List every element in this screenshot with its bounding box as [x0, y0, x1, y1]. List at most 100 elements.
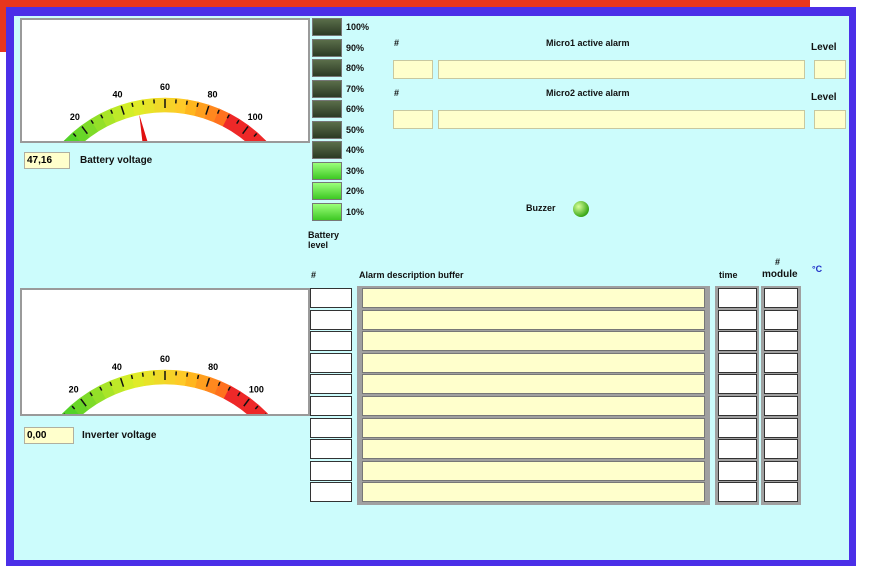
alarm-row-module-cell: [764, 331, 798, 352]
alarm-row-number-cell: [310, 460, 352, 481]
gauge-tick: [131, 102, 134, 108]
inverter-voltage-label: Inverter voltage: [82, 430, 157, 441]
micro1-level-field: [814, 60, 846, 79]
inverter-gauge-dial: 020406080100120V: [37, 354, 298, 469]
alarm-row-number-cell: [310, 482, 352, 503]
main-panel: 020406080100120V 47,16 Battery voltage 0…: [14, 16, 849, 560]
alarm-row-module-cell: [764, 482, 798, 503]
battery-level-title-line1: Battery: [308, 230, 340, 240]
battery-voltage-label: Battery voltage: [80, 155, 153, 166]
gauge-tick: [130, 374, 134, 380]
micro1-alarm-field: [438, 60, 805, 79]
alarm-row-description-cell: [362, 374, 705, 395]
alarm-row-description-cell: [362, 396, 705, 416]
battery-level-segment: [312, 100, 342, 118]
alarm-table-module-header-line1: #: [775, 257, 781, 267]
alarm-table-module-header-line2: module: [762, 269, 798, 280]
battery-level-percent-label: 30%: [346, 165, 365, 176]
battery-level-segment: [312, 161, 342, 180]
alarm-row-description-cell: [362, 460, 705, 481]
battery-level-percent-label: 90%: [346, 42, 365, 53]
alarm-row-description-cell: [362, 331, 705, 352]
alarm-row-module-cell: [764, 396, 798, 416]
temperature-unit-label: °C: [812, 264, 823, 274]
gauge-tick: [196, 374, 200, 380]
micro2-level-label: Level: [811, 92, 837, 103]
alarm-row-time-cell: [718, 396, 757, 416]
battery-level-percent-label: 10%: [346, 206, 365, 217]
alarm-row-description-cell: [362, 288, 705, 308]
battery-level-segment: [312, 79, 342, 98]
gauge-color-band: [153, 369, 166, 385]
alarm-table-description-header: Alarm description buffer: [359, 270, 464, 280]
gauge-tick: [186, 372, 189, 377]
alarm-row-description-cell: [362, 482, 705, 503]
gauge-tick: [141, 372, 144, 377]
gauge-tick-label: 100: [248, 112, 263, 122]
micro2-number-field: [393, 110, 433, 129]
battery-level-segment: [312, 182, 342, 200]
battery-level-segment: [312, 18, 342, 36]
battery-level-title-line2: level: [308, 240, 329, 250]
gauge-color-band: [164, 369, 177, 385]
gauge-tick-label: 60: [160, 82, 170, 92]
gauge-color-band: [164, 97, 177, 113]
alarm-table-number-header: #: [311, 270, 317, 280]
alarm-row-description-cell: [362, 352, 705, 373]
battery-level-percent-label: 70%: [346, 83, 365, 94]
alarm-row-time-cell: [718, 482, 757, 503]
battery-level-percent-label: 20%: [346, 186, 365, 196]
gauge-tick: [142, 100, 145, 105]
battery-gauge-dial: 020406080100120V: [39, 82, 296, 196]
alarm-row-time-cell: [718, 460, 757, 481]
inverter-voltage-gauge: 020406080100120V: [20, 288, 310, 469]
alarm-row-description-cell: [362, 417, 705, 438]
alarm-row-module-cell: [764, 417, 798, 438]
battery-level-segment: [312, 59, 342, 77]
alarm-row-time-cell: [718, 288, 757, 308]
micro1-number-label: #: [394, 38, 400, 48]
gauge-tick-label: 60: [160, 354, 170, 364]
gauge-tick-label: 80: [208, 362, 218, 372]
alarm-row-time-cell: [718, 331, 757, 352]
alarm-row-number-cell: [310, 309, 352, 330]
gauge-tick-label: 20: [70, 112, 80, 122]
alarm-row-module-cell: [764, 460, 798, 481]
alarm-row-description-cell: [362, 439, 705, 460]
battery-level-segment: [312, 38, 342, 57]
alarm-row-number-cell: [310, 288, 352, 308]
alarm-row-time-cell: [718, 439, 757, 460]
battery-voltage-value: 47,16: [24, 152, 70, 169]
gauge-needle: [139, 114, 153, 159]
battery-level-segment: [312, 120, 342, 139]
alarm-row-time-cell: [718, 417, 757, 438]
gauge-color-band: [142, 98, 156, 114]
alarm-row-number-cell: [310, 352, 352, 373]
micro2-alarm-field: [438, 110, 805, 129]
alarm-row-number-cell: [310, 396, 352, 416]
gauge-tick: [196, 102, 199, 108]
gauge-color-band: [142, 370, 156, 386]
micro1-title: Micro1 active alarm: [546, 38, 630, 48]
battery-level-segment: [312, 202, 342, 221]
gauge-tick-label: 40: [112, 90, 122, 100]
battery-level-segment: [312, 141, 342, 159]
battery-level-percent-label: 80%: [346, 63, 365, 73]
gauge-tick-label: 20: [69, 384, 79, 394]
alarm-row-module-cell: [764, 439, 798, 460]
alarm-row-module-cell: [764, 374, 798, 395]
alarm-row-time-cell: [718, 309, 757, 330]
battery-level-percent-label: 50%: [346, 124, 365, 135]
alarm-row-number-cell: [310, 417, 352, 438]
inverter-voltage-value: 0,00: [24, 427, 74, 444]
micro2-title: Micro2 active alarm: [546, 88, 630, 98]
alarm-row-module-cell: [764, 352, 798, 373]
gauge-color-band: [153, 97, 166, 113]
alarm-row-number-cell: [310, 331, 352, 352]
battery-level-percent-label: 60%: [346, 104, 365, 114]
micro2-number-label: #: [394, 88, 400, 98]
alarm-row-module-cell: [764, 288, 798, 308]
alarm-row-time-cell: [718, 374, 757, 395]
alarm-row-module-cell: [764, 309, 798, 330]
alarm-row-number-cell: [310, 374, 352, 395]
